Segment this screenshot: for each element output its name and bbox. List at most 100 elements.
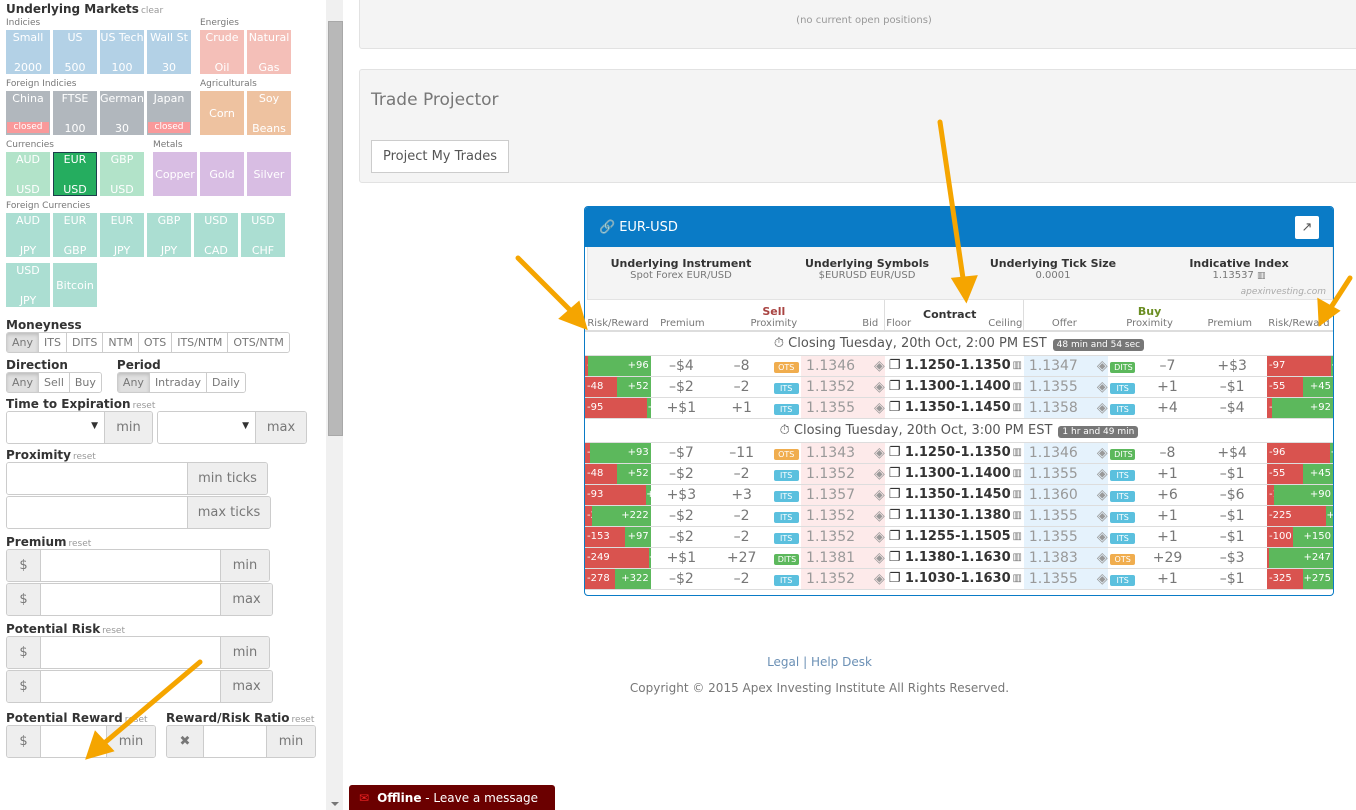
market-tile-eur-jpy[interactable]: EUR JPY: [100, 213, 144, 257]
buy-ticket-icon[interactable]: ◈: [1081, 463, 1108, 485]
buy-ticket-icon[interactable]: ◈: [1081, 547, 1108, 569]
chart-icon[interactable]: ▥: [1010, 505, 1024, 527]
direction-option-buy[interactable]: Buy: [68, 373, 101, 392]
sell-ticket-icon[interactable]: ◈: [859, 442, 885, 464]
copy-icon[interactable]: ❐: [889, 508, 901, 523]
market-tile-usd-jpy[interactable]: USD JPY: [6, 263, 50, 307]
moneyness-option-ots-ntm[interactable]: OTS/NTM: [227, 333, 289, 352]
contract-row[interactable]: -93 +7 +$3 +3 ITS 1.1357 ◈ ❐ 1.1350-1.1450 ▥ 1.13…: [585, 484, 1333, 506]
contract-row[interactable]: -7+93–$7–11OTS1.1343◈❐ 1.1250-1.1350▥1.1…: [585, 442, 1333, 464]
offer-price[interactable]: 1.1347: [1023, 355, 1082, 377]
bid-price[interactable]: 1.1352: [801, 568, 860, 590]
contract-row[interactable]: -249 +1 +$1 +27 DITS 1.1381 ◈ ❐ 1.1380-1.1630 ▥ 1…: [585, 547, 1333, 569]
market-tile-eur-usd[interactable]: EUR USD: [53, 152, 97, 196]
market-tile-usd-cad[interactable]: USD CAD: [194, 213, 238, 257]
market-tile-crude-oil[interactable]: Crude Oil: [200, 30, 244, 74]
expiration-max-select[interactable]: ▼ max: [157, 411, 307, 444]
market-tile-soy-beans[interactable]: Soy Beans: [247, 91, 291, 135]
reset-link[interactable]: reset: [102, 626, 125, 636]
chart-icon[interactable]: ▥: [1010, 397, 1024, 419]
sell-ticket-icon[interactable]: ◈: [859, 463, 885, 485]
buy-ticket-icon[interactable]: ◈: [1081, 505, 1108, 527]
buy-ticket-icon[interactable]: ◈: [1081, 568, 1108, 590]
buy-ticket-icon[interactable]: ◈: [1081, 442, 1108, 464]
contract-row[interactable]: -95 +5 +$1 +1 ITS 1.1355 ◈ ❐ 1.1350-1.1450 ▥ 1.13…: [585, 397, 1333, 419]
buy-ticket-icon[interactable]: ◈: [1081, 355, 1108, 377]
market-tile-eur-gbp[interactable]: EUR GBP: [53, 213, 97, 257]
offer-price[interactable]: 1.1358: [1023, 397, 1082, 419]
buy-ticket-icon[interactable]: ◈: [1081, 526, 1108, 548]
ratio-min-input[interactable]: ✖ min: [166, 725, 316, 758]
chart-icon[interactable]: ▥: [1010, 442, 1024, 464]
bid-price[interactable]: 1.1346: [801, 355, 860, 377]
chart-icon[interactable]: ▥: [1010, 463, 1024, 485]
market-tile-us-500[interactable]: US 500: [53, 30, 97, 74]
proximity-max-input[interactable]: max ticks: [6, 496, 271, 529]
direction-option-sell[interactable]: Sell: [38, 373, 69, 392]
buy-ticket-icon[interactable]: ◈: [1081, 397, 1108, 419]
sell-ticket-icon[interactable]: ◈: [859, 547, 885, 569]
copy-icon[interactable]: ❐: [889, 571, 901, 586]
chart-icon[interactable]: ▥: [1010, 355, 1024, 377]
sell-ticket-icon[interactable]: ◈: [859, 505, 885, 527]
period-option-intraday[interactable]: Intraday: [148, 373, 206, 392]
premium-min-input[interactable]: $ min: [6, 549, 270, 582]
market-tile-german-30[interactable]: German 30: [100, 91, 144, 135]
copy-icon[interactable]: ❐: [889, 358, 901, 373]
market-tile-silver[interactable]: Silver: [247, 152, 291, 196]
proximity-min-input[interactable]: min ticks: [6, 462, 268, 495]
contract-row[interactable]: -278 +322 –$2 –2 ITS 1.1352 ◈ ❐ 1.1030-1.1630 ▥ 1…: [585, 568, 1333, 590]
offer-price[interactable]: 1.1355: [1023, 505, 1082, 527]
period-option-daily[interactable]: Daily: [205, 373, 245, 392]
market-tile-china-50[interactable]: China50closed: [6, 91, 50, 135]
market-tile-gbp-usd[interactable]: GBP USD: [100, 152, 144, 196]
market-tile-wall-st-30[interactable]: Wall St 30: [147, 30, 191, 74]
sell-ticket-icon[interactable]: ◈: [859, 376, 885, 398]
moneyness-option-ntm[interactable]: NTM: [102, 333, 138, 352]
copy-icon[interactable]: ❐: [889, 379, 901, 394]
moneyness-option-dits[interactable]: DITS: [65, 333, 103, 352]
copy-icon[interactable]: ❐: [889, 550, 901, 565]
moneyness-option-its[interactable]: ITS: [38, 333, 66, 352]
market-tile-small-2000[interactable]: Small 2000: [6, 30, 50, 74]
reset-link[interactable]: reset: [73, 452, 96, 462]
market-tile-corn[interactable]: Corn: [200, 91, 244, 135]
market-tile-aud-usd[interactable]: AUD USD: [6, 152, 50, 196]
sell-ticket-icon[interactable]: ◈: [859, 355, 885, 377]
contract-row[interactable]: -153 +97 –$2 –2 ITS 1.1352 ◈ ❐ 1.1255-1.1505 ▥ 1.…: [585, 526, 1333, 548]
contract-row[interactable]: -28+222–$2–2ITS1.1352◈❐ 1.1130-1.1380▥1.…: [585, 505, 1333, 527]
reset-link[interactable]: reset: [125, 715, 148, 725]
bid-price[interactable]: 1.1343: [801, 442, 860, 464]
chart-icon[interactable]: ▥: [1010, 376, 1024, 398]
market-tile-gold[interactable]: Gold: [200, 152, 244, 196]
market-tile-us-tech-100[interactable]: US Tech 100: [100, 30, 144, 74]
moneyness-option-its-ntm[interactable]: ITS/NTM: [171, 333, 228, 352]
scroll-down-arrow[interactable]: [331, 802, 339, 806]
moneyness-option-ots[interactable]: OTS: [137, 333, 172, 352]
contract-row[interactable]: -48 +52 –$2 –2 ITS 1.1352 ◈ ❐ 1.1300-1.1400 ▥ 1.1…: [585, 376, 1333, 398]
premium-max-input[interactable]: $ max: [6, 583, 273, 616]
market-tile-usd-chf[interactable]: USD CHF: [241, 213, 285, 257]
market-tile-ftse-100[interactable]: FTSE 100: [53, 91, 97, 135]
offer-price[interactable]: 1.1360: [1023, 484, 1082, 506]
direction-option-any[interactable]: Any: [7, 373, 39, 392]
legal-link[interactable]: Legal: [767, 655, 799, 669]
project-my-trades-button[interactable]: Project My Trades: [371, 140, 509, 173]
risk-min-input[interactable]: $ min: [6, 636, 270, 669]
help-desk-link[interactable]: Help Desk: [811, 655, 872, 669]
bid-price[interactable]: 1.1352: [801, 505, 860, 527]
scrollbar-thumb[interactable]: [328, 21, 343, 436]
bid-price[interactable]: 1.1352: [801, 376, 860, 398]
offer-price[interactable]: 1.1355: [1023, 526, 1082, 548]
offer-price[interactable]: 1.1355: [1023, 376, 1082, 398]
sell-ticket-icon[interactable]: ◈: [859, 484, 885, 506]
market-tile-bitcoin[interactable]: Bitcoin: [53, 263, 97, 307]
reward-min-input[interactable]: $ min: [6, 725, 156, 758]
market-tile-copper[interactable]: Copper: [153, 152, 197, 196]
clear-link[interactable]: clear: [141, 6, 163, 16]
chart-icon[interactable]: ▥: [1010, 484, 1024, 506]
chart-icon[interactable]: ▥: [1010, 526, 1024, 548]
sell-ticket-icon[interactable]: ◈: [859, 568, 885, 590]
chat-widget[interactable]: ✉ Offline - Leave a message: [349, 785, 555, 810]
moneyness-option-any[interactable]: Any: [7, 333, 39, 352]
